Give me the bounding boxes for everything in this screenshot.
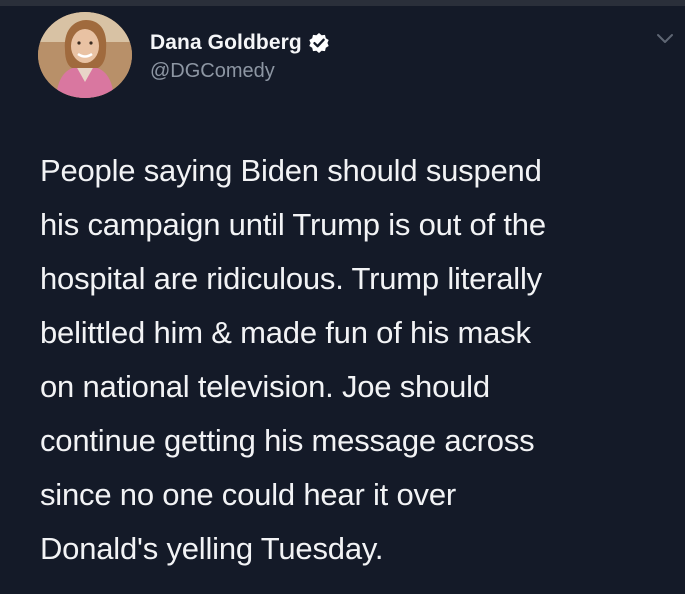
tweet-text: People saying Biden should suspend his c… (40, 153, 546, 566)
chevron-down-icon[interactable] (655, 32, 675, 46)
display-name[interactable]: Dana Goldberg (150, 31, 302, 55)
avatar[interactable] (38, 12, 132, 98)
verified-badge-icon (308, 32, 330, 54)
author-handle[interactable]: @DGComedy (150, 60, 330, 83)
tweet-card[interactable]: Dana Goldberg @DGComedy People saying Bi… (0, 6, 685, 594)
name-row: Dana Goldberg (150, 30, 330, 56)
user-block: Dana Goldberg @DGComedy (150, 30, 330, 83)
